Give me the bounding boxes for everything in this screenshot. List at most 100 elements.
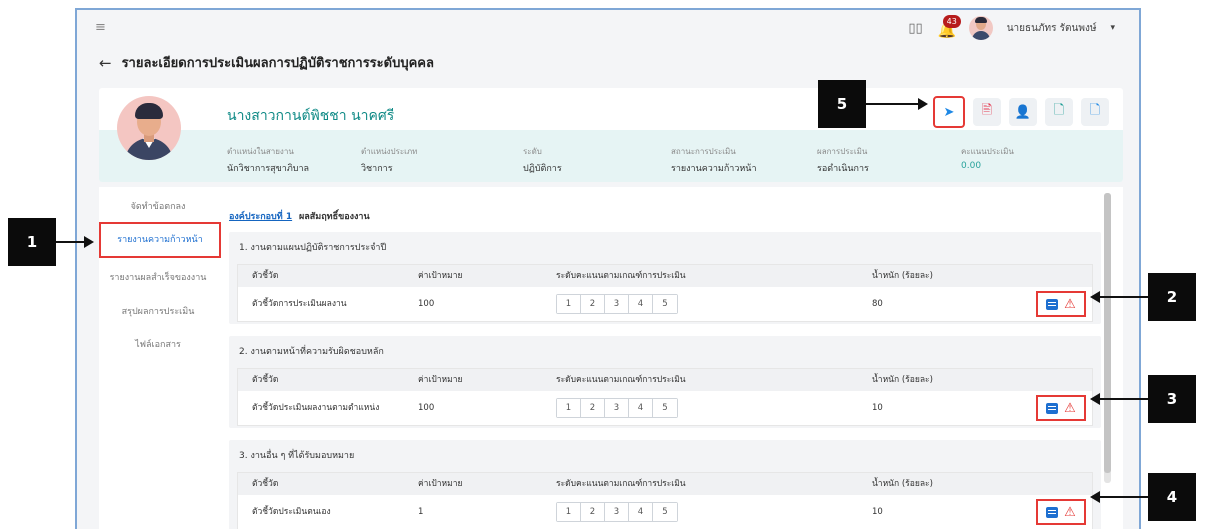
callout-1: 1: [8, 218, 56, 266]
arrow-head-icon: [84, 236, 94, 248]
info-value: นักวิชาการสุขาภิบาล: [227, 164, 310, 174]
scrollbar[interactable]: [1104, 193, 1111, 483]
score-scale: 1 2 3 4 5: [556, 294, 678, 314]
back-arrow-icon[interactable]: ←: [99, 54, 112, 72]
group-title: 2. งานตามหน้าที่ความรับผิดชอบหลัก: [239, 347, 384, 357]
table-header: ตัวชี้วัด ค่าเป้าหมาย ระดับคะแนนตามเกณฑ์…: [238, 369, 1092, 391]
info-value: รายงานความก้าวหน้า: [671, 164, 757, 174]
info-type: ตำแหน่งประเภท วิชาการ: [361, 145, 417, 175]
arrow-head-icon: [1090, 291, 1100, 303]
pdf-icon: 🖹: [981, 103, 993, 118]
scrollbar-thumb[interactable]: [1104, 193, 1111, 473]
row-actions: ⚠: [1036, 499, 1086, 525]
header-weight: น้ำหนัก (ร้อยละ): [872, 479, 933, 489]
info-label: ผลการประเมิน: [817, 147, 868, 156]
user-name[interactable]: นายธนภัทร รัตนพงษ์: [1007, 21, 1097, 36]
warning-icon[interactable]: ⚠: [1064, 402, 1076, 415]
document-add-icon: 🗋: [1053, 103, 1065, 118]
profile-avatar: [117, 96, 181, 160]
list-icon[interactable]: [1046, 298, 1059, 310]
header-weight: น้ำหนัก (ร้อยละ): [872, 375, 933, 385]
page-title: รายละเอียดการประเมินผลการปฏิบัติราชการระ…: [121, 56, 434, 71]
info-value: รอดำเนินการ: [817, 164, 869, 174]
info-status: สถานะการประเมิน รายงานความก้าวหน้า: [671, 145, 757, 175]
pdf-button[interactable]: 🖹: [973, 98, 1001, 126]
indicator-table: ตัวชี้วัด ค่าเป้าหมาย ระดับคะแนนตามเกณฑ์…: [237, 368, 1093, 426]
info-value: วิชาการ: [361, 164, 393, 174]
book-icon[interactable]: ▯▯: [908, 21, 922, 36]
section-link[interactable]: องค์ประกอบที่ 1: [229, 212, 292, 222]
person-button[interactable]: 👤: [1009, 98, 1037, 126]
group-title: 3. งานอื่น ๆ ที่ได้รับมอบหมาย: [239, 451, 355, 461]
scale-option[interactable]: 3: [605, 503, 629, 521]
score-scale: 1 2 3 4 5: [556, 502, 678, 522]
weight-value: 10: [872, 403, 883, 413]
topbar-right: ▯▯ 🔔 43 นายธนภัทร รัตนพงษ์ ▾: [908, 15, 1115, 40]
notification-badge: 43: [942, 15, 961, 28]
table-header: ตัวชี้วัด ค่าเป้าหมาย ระดับคะแนนตามเกณฑ์…: [238, 265, 1092, 287]
scale-option[interactable]: 5: [653, 503, 677, 521]
document-export-icon: 🗋: [1089, 103, 1101, 118]
action-toolbar: ➤ 🖹 👤 🗋 🗋: [933, 96, 1109, 128]
page-title-row: ← รายละเอียดการประเมินผลการปฏิบัติราชการ…: [99, 52, 434, 73]
list-icon[interactable]: [1046, 506, 1059, 518]
scale-option[interactable]: 2: [581, 503, 605, 521]
notification-button[interactable]: 🔔 43: [937, 15, 961, 39]
header-indicator: ตัวชี้วัด: [252, 375, 279, 385]
side-item-progress-report[interactable]: รายงานความก้าวหน้า: [99, 222, 221, 258]
work-group-1: 1. งานตามแผนปฏิบัติราชการประจำปี ตัวชี้ว…: [229, 232, 1101, 324]
side-item-summary[interactable]: สรุปผลการประเมิน: [99, 304, 217, 318]
work-group-3: 3. งานอื่น ๆ ที่ได้รับมอบหมาย ตัวชี้วัด …: [229, 440, 1101, 529]
scale-option[interactable]: 4: [629, 399, 653, 417]
side-item-files[interactable]: ไฟล์เอกสาร: [99, 337, 217, 351]
header-scale: ระดับคะแนนตามเกณฑ์การประเมิน: [556, 479, 686, 489]
scale-option[interactable]: 5: [653, 295, 677, 313]
avatar[interactable]: [968, 16, 993, 40]
app-window: ≡ ▯▯ 🔔 43 นายธนภัทร รัตนพงษ์ ▾ ← รายละเอ…: [75, 8, 1141, 529]
info-position: ตำแหน่งในสายงาน นักวิชาการสุขาภิบาล: [227, 145, 309, 175]
document-add-button[interactable]: 🗋: [1045, 98, 1073, 126]
info-label: สถานะการประเมิน: [671, 147, 736, 156]
scale-option[interactable]: 3: [605, 399, 629, 417]
scale-option[interactable]: 1: [557, 399, 581, 417]
warning-icon[interactable]: ⚠: [1064, 298, 1076, 311]
chevron-down-icon[interactable]: ▾: [1110, 23, 1115, 33]
scale-option[interactable]: 2: [581, 399, 605, 417]
callout-arrow: [1100, 398, 1148, 400]
row-actions: ⚠: [1036, 395, 1086, 421]
indicator-table: ตัวชี้วัด ค่าเป้าหมาย ระดับคะแนนตามเกณฑ์…: [237, 472, 1093, 529]
weight-value: 80: [872, 299, 883, 309]
scale-option[interactable]: 2: [581, 295, 605, 313]
person-icon: 👤: [1014, 104, 1032, 120]
send-icon: ➤: [943, 104, 955, 120]
header-scale: ระดับคะแนนตามเกณฑ์การประเมิน: [556, 375, 686, 385]
info-value: 0.00: [961, 161, 982, 171]
scale-option[interactable]: 5: [653, 399, 677, 417]
content-panel: จัดทำข้อตกลง รายงานความก้าวหน้า รายงานผล…: [99, 187, 1123, 529]
table-row: ตัวชี้วัดประเมินผลงานตามตำแหน่ง 100 1 2 …: [238, 391, 1092, 425]
send-button[interactable]: ➤: [933, 96, 965, 128]
side-item-results-report[interactable]: รายงานผลสำเร็จของงาน: [99, 270, 217, 284]
scale-option[interactable]: 4: [629, 295, 653, 313]
header-indicator: ตัวชี้วัด: [252, 479, 279, 489]
warning-icon[interactable]: ⚠: [1064, 506, 1076, 519]
group-title: 1. งานตามแผนปฏิบัติราชการประจำปี: [239, 243, 387, 253]
scale-option[interactable]: 4: [629, 503, 653, 521]
side-item-agreement[interactable]: จัดทำข้อตกลง: [99, 199, 217, 213]
scale-option[interactable]: 1: [557, 503, 581, 521]
header-target: ค่าเป้าหมาย: [418, 271, 463, 281]
info-result: ผลการประเมิน รอดำเนินการ: [817, 145, 869, 175]
list-icon[interactable]: [1046, 402, 1059, 414]
menu-collapse-icon[interactable]: ≡: [95, 20, 106, 35]
scale-option[interactable]: 1: [557, 295, 581, 313]
info-level: ระดับ ปฏิบัติการ: [523, 145, 562, 175]
arrow-head-icon: [1090, 393, 1100, 405]
callout-3: 3: [1148, 375, 1196, 423]
indicator-table: ตัวชี้วัด ค่าเป้าหมาย ระดับคะแนนตามเกณฑ์…: [237, 264, 1093, 322]
header-target: ค่าเป้าหมาย: [418, 479, 463, 489]
scale-option[interactable]: 3: [605, 295, 629, 313]
callout-4: 4: [1148, 473, 1196, 521]
indicator-name: ตัวชี้วัดประเมินผลงานตามตำแหน่ง: [252, 403, 380, 413]
document-export-button[interactable]: 🗋: [1081, 98, 1109, 126]
info-label: คะแนนประเมิน: [961, 147, 1014, 156]
